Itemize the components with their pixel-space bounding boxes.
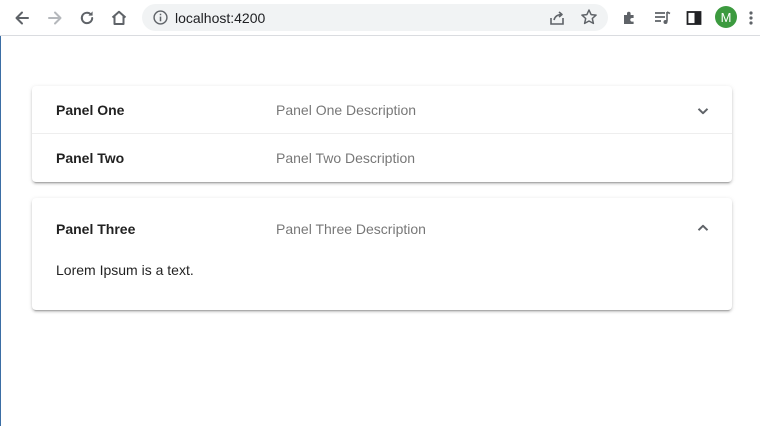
panel-title: Panel Two xyxy=(56,150,125,166)
forward-icon xyxy=(48,11,62,25)
accordion-one: Panel One Panel One Description Panel Tw… xyxy=(32,86,732,182)
side-panel-icon xyxy=(686,11,702,25)
accordion-two: Panel Three Panel Three Description Lore… xyxy=(32,198,732,310)
panel-three-content: Lorem Ipsum is a text. xyxy=(56,262,194,278)
panel-title: Panel Three xyxy=(56,221,136,237)
home-icon xyxy=(111,10,127,25)
share-icon[interactable] xyxy=(548,9,566,27)
window-edge xyxy=(0,0,1,426)
url-text[interactable]: localhost:4200 xyxy=(175,10,265,26)
media-icon xyxy=(655,11,671,24)
info-icon[interactable] xyxy=(152,9,169,26)
browser-toolbar: localhost:4200 M xyxy=(0,0,760,36)
address-bar[interactable]: localhost:4200 xyxy=(142,4,608,31)
panel-description: Panel Three Description xyxy=(276,221,426,237)
back-button[interactable] xyxy=(9,5,35,31)
forward-button[interactable] xyxy=(42,5,68,31)
reload-button[interactable] xyxy=(74,5,100,31)
side-panel-button[interactable] xyxy=(681,5,707,31)
menu-button[interactable] xyxy=(744,5,758,31)
panel-description: Panel One Description xyxy=(276,102,417,118)
back-icon xyxy=(15,11,29,25)
chevron-down-icon[interactable] xyxy=(695,103,711,119)
panel-description: Panel Two Description xyxy=(276,150,416,166)
panel-two-header[interactable]: Panel Two Panel Two Description xyxy=(32,134,732,182)
chevron-up-icon[interactable] xyxy=(695,220,711,236)
reload-icon xyxy=(80,11,94,25)
home-button[interactable] xyxy=(106,5,132,31)
profile-avatar[interactable]: M xyxy=(715,6,737,28)
extensions-icon xyxy=(624,11,634,24)
panel-three-header[interactable]: Panel Three Panel Three Description xyxy=(32,198,732,260)
menu-icon xyxy=(749,11,753,25)
panel-one-header[interactable]: Panel One Panel One Description xyxy=(32,86,732,134)
media-button[interactable] xyxy=(649,5,675,31)
panel-title: Panel One xyxy=(56,102,125,118)
extensions-button[interactable] xyxy=(617,5,643,31)
star-icon[interactable] xyxy=(580,8,598,26)
